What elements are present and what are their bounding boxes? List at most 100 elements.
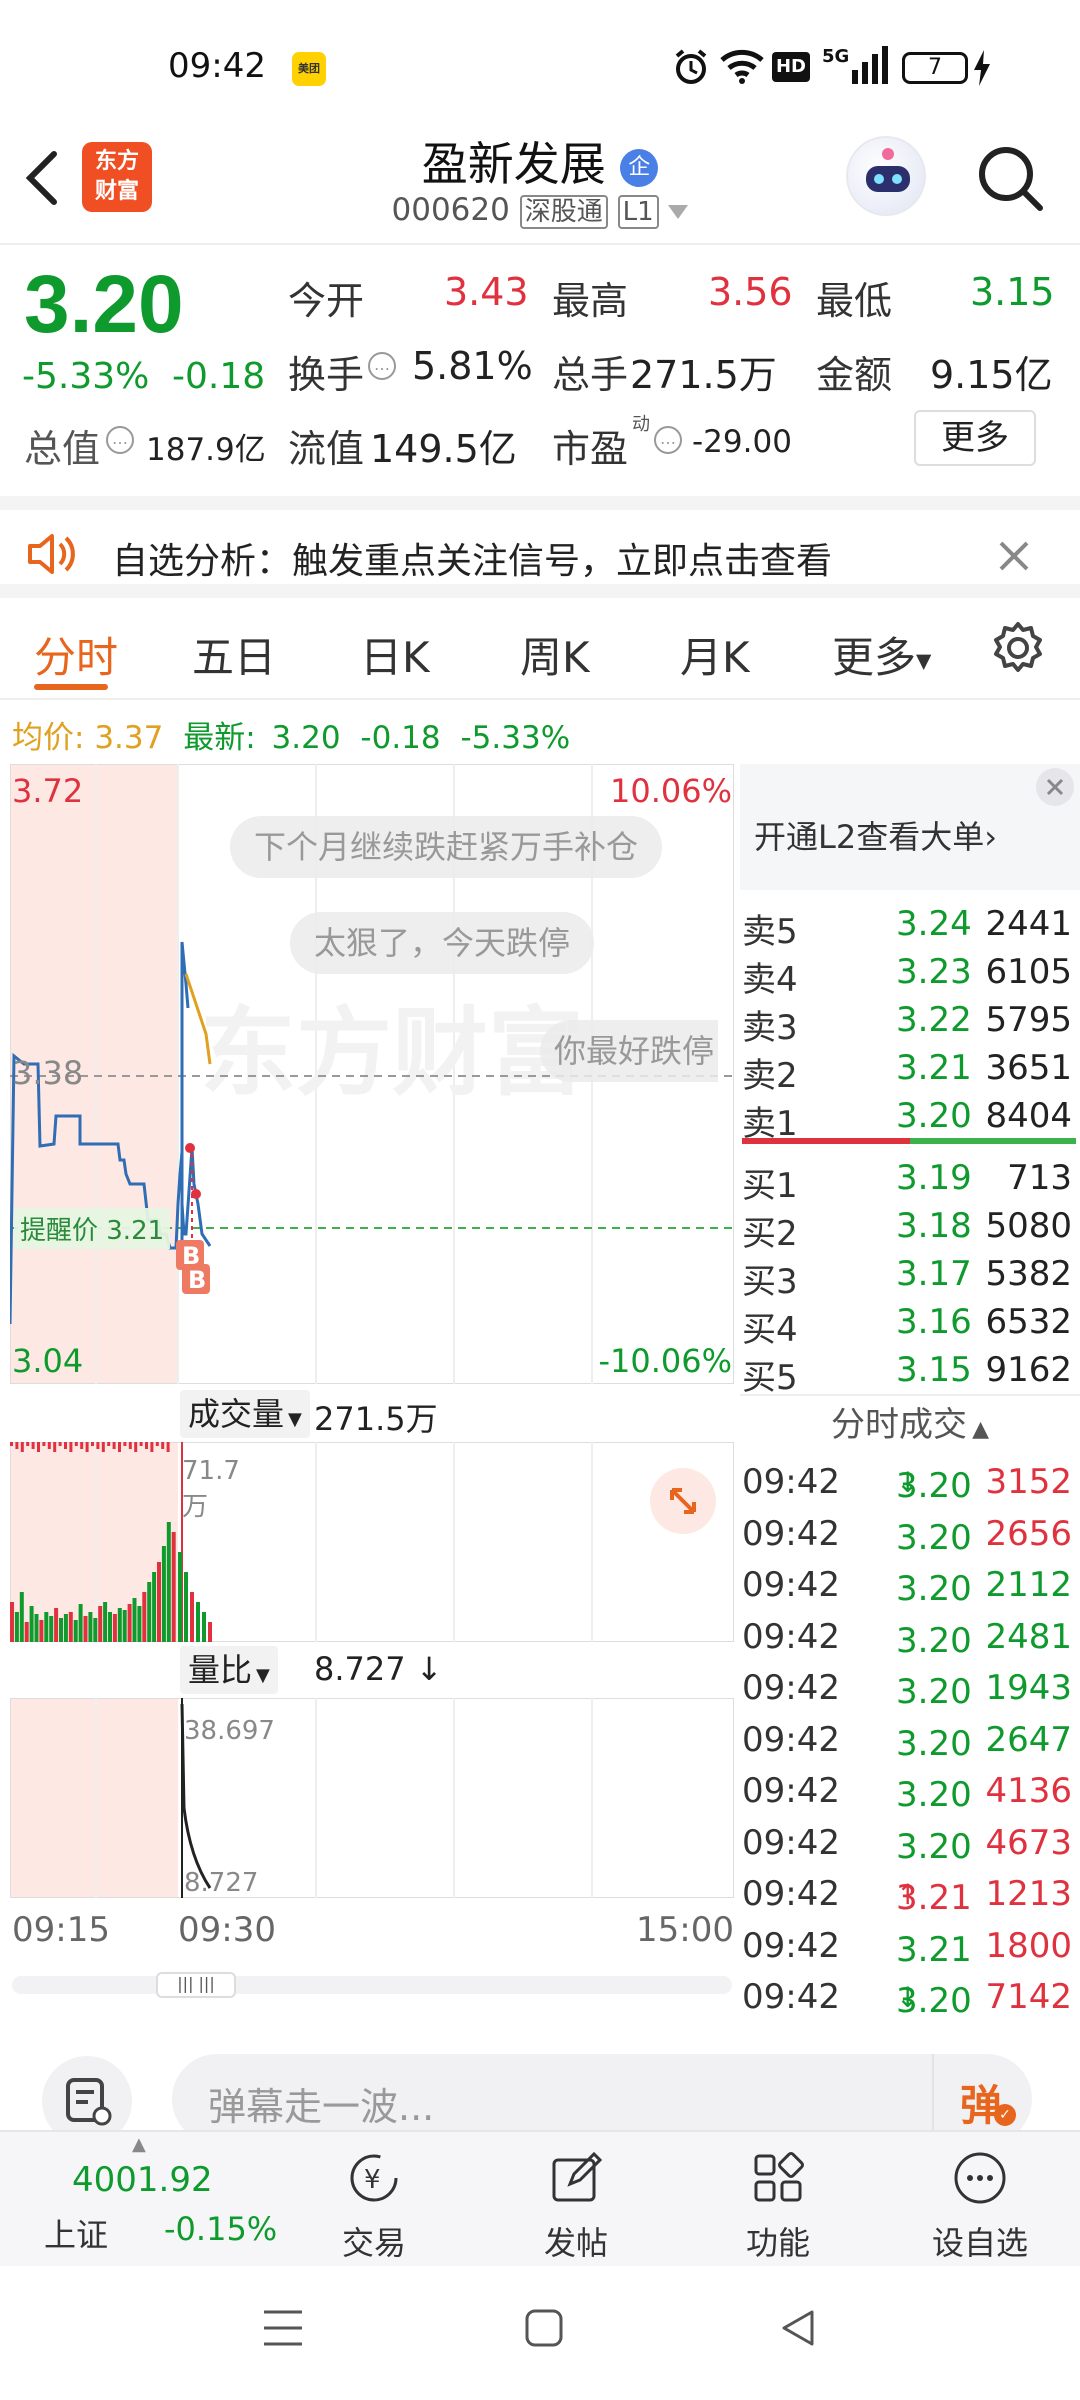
chart-scroll-track[interactable]: ||| ||| [12,1972,732,1998]
post-button[interactable]: 发帖 [506,2132,646,2268]
more-button[interactable]: 更多 [914,410,1036,466]
more-dots-icon [952,2150,1008,2206]
ask-level-row[interactable]: 卖3 3.22 5795 [740,996,1080,1048]
watermark-text: 东方财富 [200,997,584,1109]
tab-daily-k[interactable]: 日K [360,624,430,685]
latest-change: -0.18 [360,720,441,756]
level-label: 卖5 [742,912,798,952]
settings-gear-icon[interactable] [990,620,1046,680]
trade-row: 09:42 3.21 ↑ 1213 [742,1874,1072,1918]
volume-bar [101,1442,105,1452]
bid-level-row[interactable]: 买1 3.19 713 [740,1154,1080,1206]
chart-scroll-handle[interactable]: ||| ||| [156,1972,236,1998]
low-value: 3.15 [970,270,1055,314]
bid-level-row[interactable]: 买4 3.16 6532 [740,1298,1080,1350]
close-icon[interactable] [1036,768,1074,806]
trade-volume: 4673 [985,1822,1072,1863]
home-icon[interactable] [524,2308,564,2352]
volume-bar [190,1592,194,1642]
volume-bar [161,1442,165,1449]
sort-up-icon: ▲ [972,1417,989,1442]
volume-bar [107,1442,111,1446]
volume-ratio-pane[interactable]: 量比 ▼ 8.727 ↓ 38.697 8.727 [10,1642,734,1902]
volume-label: 总手 [552,353,629,397]
level-label: 买2 [742,1214,798,1254]
grid-icon [750,2150,806,2206]
volume-bar [80,1442,84,1449]
trade-row: 09:42 3.20 4136 [742,1771,1072,1815]
features-button[interactable]: 功能 [708,2132,848,2268]
trade-volume: 4136 [985,1771,1072,1811]
volume-bar [103,1602,108,1642]
back-nav-icon[interactable] [778,2308,818,2352]
menu-icon[interactable] [262,2308,304,2352]
ask-level-row[interactable]: 卖4 3.23 6105 [740,948,1080,1000]
trade-button[interactable]: ¥ 交易 [304,2132,444,2268]
level-price: 3.17 [896,1254,972,1294]
bottom-toolbar: ▲ 4001.92 上证 -0.15% ¥ 交易 发帖 功能 设自选 [0,2130,1080,2266]
volume-bar [24,1622,29,1642]
trade-row: 09:42 3.20 2481 [742,1616,1072,1661]
level-tag: L1 [617,195,659,229]
volume-bar [10,1442,13,1446]
bid-level-row[interactable]: 买2 3.18 5080 [740,1202,1080,1254]
level-price: 3.24 [896,904,972,944]
volume-bar [145,1442,148,1449]
current-price: 3.20 [24,259,184,350]
volume-bar [44,1612,49,1642]
ratio-value: 8.727 ↓ [314,1650,443,1688]
chevron-right-icon: › [984,818,997,856]
active-tab-indicator [34,684,108,690]
volume-bar [142,1592,147,1642]
tab-more[interactable]: 更多▼ [832,624,931,685]
pe-value: -29.00 [692,424,792,460]
volume-bar [37,1442,40,1452]
ask-level-row[interactable]: 卖1 3.20 8404 [740,1092,1080,1144]
high-value: 3.56 [708,270,793,314]
ratio-selector[interactable]: 量比 ▼ [180,1646,278,1694]
level-price: 3.21 [896,1048,972,1088]
tab-weekly-k[interactable]: 周K [520,624,590,685]
tab-monthly-k[interactable]: 月K [680,624,750,685]
volume-bar [68,1612,73,1642]
latest-value: 3.20 [271,720,341,756]
robot-assistant-icon[interactable] [846,136,926,216]
volume-selector[interactable]: 成交量 ▼ [180,1390,310,1438]
volume-bar [20,1442,24,1452]
intraday-chart[interactable]: 东方财富 B B 3.72 10.06% 3.04 -10.06% 3.38 提… [8,763,735,1385]
bid-level-row[interactable]: 买3 3.17 5382 [740,1250,1080,1302]
close-icon[interactable] [998,540,1030,576]
add-watchlist-button[interactable]: 设自选 [910,2132,1050,2268]
change-percent: -5.33% [22,356,150,397]
system-nav-bar [0,2266,1080,2400]
open-label: 今开 [288,279,365,323]
expand-icon[interactable] [650,1468,716,1534]
volume-bar [123,1442,127,1446]
signal-notice-bar[interactable]: 自选分析：触发重点关注信号，立即点击查看 [0,496,1080,598]
bid-level-row[interactable]: 买5 3.15 9162 [740,1346,1080,1398]
volume-bar [39,1620,44,1642]
stock-name: 盈新发展 [421,137,606,191]
ask-level-row[interactable]: 卖2 3.21 3651 [740,1044,1080,1096]
tab-intraday[interactable]: 分时 [34,624,118,685]
search-icon[interactable] [974,142,1048,220]
tab-five-day[interactable]: 五日 [192,624,276,685]
svg-text:5G: 5G [822,46,849,67]
volume-bar [58,1442,62,1446]
ratio-header: 量比 ▼ 8.727 ↓ [10,1642,734,1698]
ask-level-row[interactable]: 卖5 3.24 2441 [740,900,1080,952]
trade-time: 09:42 [742,1874,840,1914]
index-name: 上证 [44,2216,109,2254]
index-ticker[interactable]: ▲ 4001.92 上证 -0.15% [40,2132,280,2268]
chart-tabs: 分时 五日 日K 周K 月K 更多▼ [0,600,1080,700]
alarm-icon [672,48,710,90]
svg-text:B: B [188,1266,206,1294]
volume-bar [112,1614,117,1642]
big-order-banner[interactable]: 开通L2查看大单› [740,764,1080,890]
trades-header[interactable]: 分时成交 ▲ [740,1394,1080,1454]
volume-bar [196,1602,200,1642]
battery-icon: 7 [902,52,968,84]
level-volume: 6532 [985,1302,1072,1342]
volume-bar [171,1532,176,1642]
index-change: -0.15% [164,2210,278,2248]
